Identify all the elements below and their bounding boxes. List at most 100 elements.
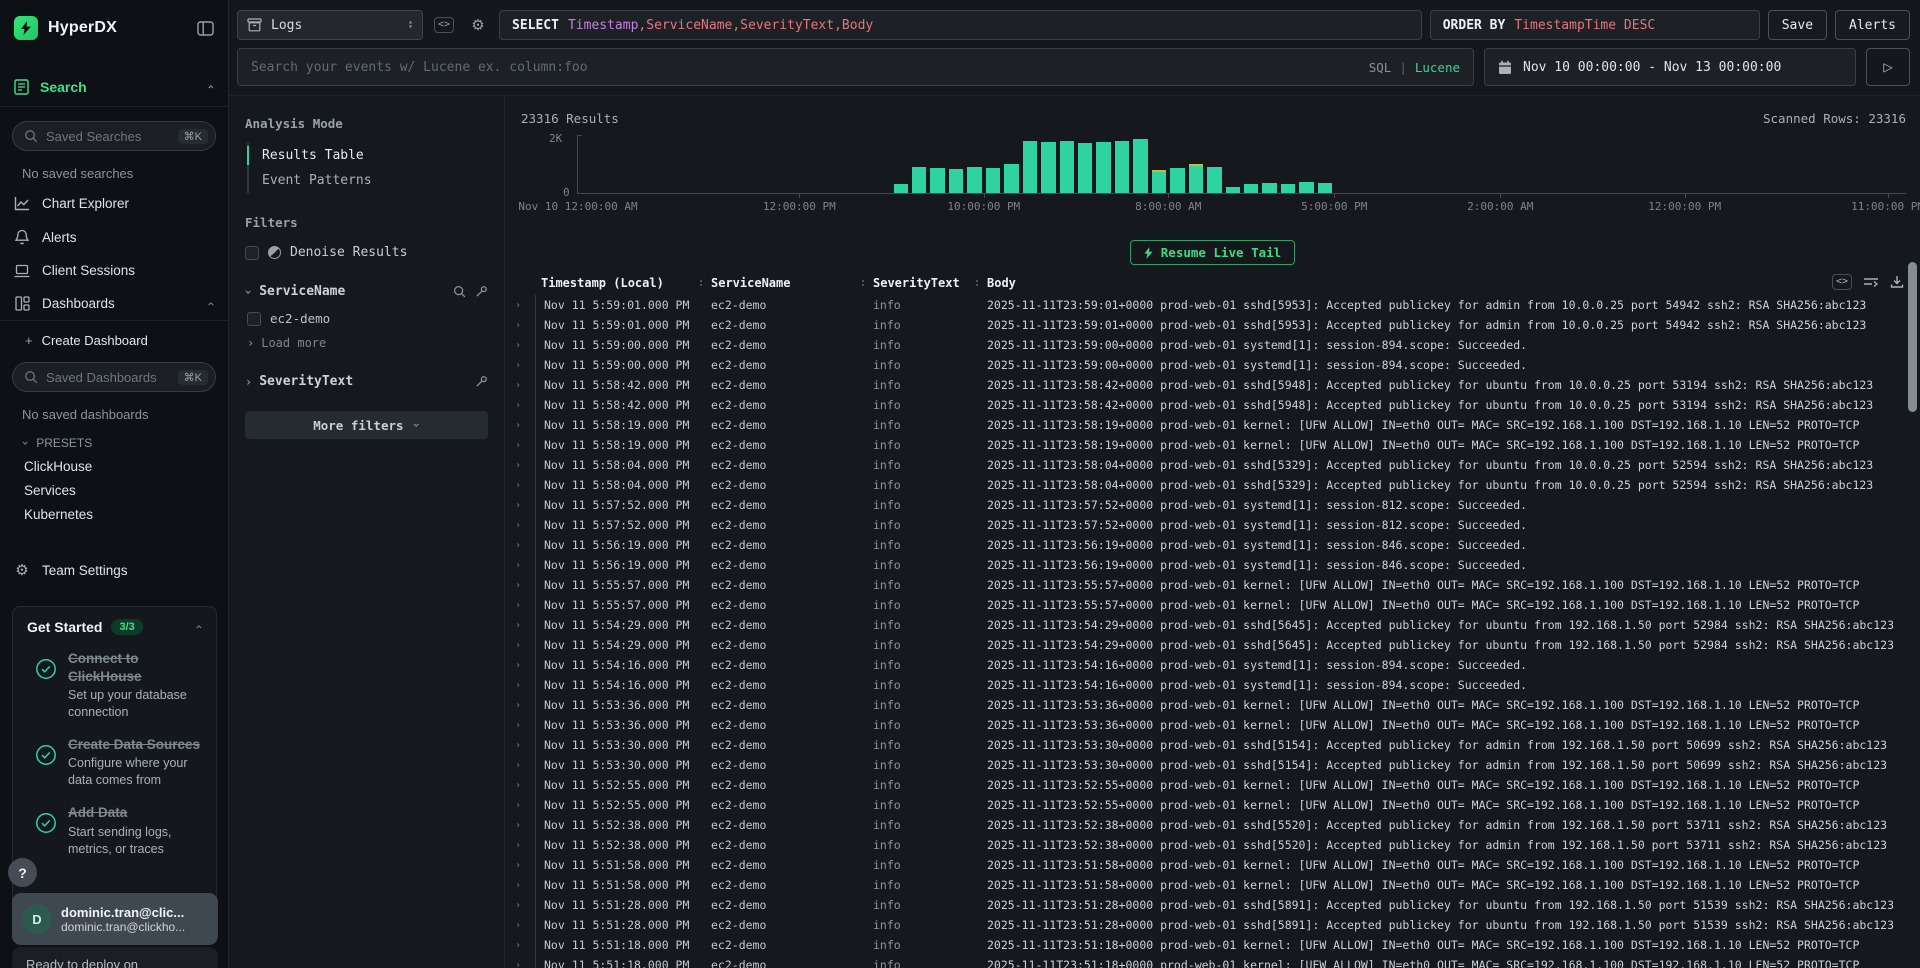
histogram-bar[interactable] bbox=[1041, 142, 1055, 193]
table-row[interactable]: ›Nov 11 5:55:57.000 PMec2-demoinfo2025-1… bbox=[505, 595, 1920, 615]
pin-icon[interactable] bbox=[475, 285, 488, 298]
table-row[interactable]: ›Nov 11 5:58:42.000 PMec2-demoinfo2025-1… bbox=[505, 375, 1920, 395]
order-by-input[interactable]: ORDER BY TimestampTime DESC bbox=[1430, 10, 1760, 40]
table-row[interactable]: ›Nov 11 5:57:52.000 PMec2-demoinfo2025-1… bbox=[505, 495, 1920, 515]
facet-servicename[interactable]: › ServiceName bbox=[245, 284, 488, 299]
row-expand-icon[interactable]: › bbox=[505, 495, 535, 515]
sql-toggle[interactable]: SQL bbox=[1369, 60, 1392, 75]
table-row[interactable]: ›Nov 11 5:52:38.000 PMec2-demoinfo2025-1… bbox=[505, 835, 1920, 855]
sidebar-item-client-sessions[interactable]: Client Sessions bbox=[0, 254, 228, 287]
more-filters-button[interactable]: More filters › bbox=[245, 411, 488, 439]
table-row[interactable]: ›Nov 11 5:51:18.000 PMec2-demoinfo2025-1… bbox=[505, 935, 1920, 955]
row-expand-icon[interactable]: › bbox=[505, 855, 535, 875]
row-expand-icon[interactable]: › bbox=[505, 535, 535, 555]
table-row[interactable]: ›Nov 11 5:58:19.000 PMec2-demoinfo2025-1… bbox=[505, 415, 1920, 435]
row-expand-icon[interactable]: › bbox=[505, 335, 535, 355]
row-expand-icon[interactable]: › bbox=[505, 575, 535, 595]
ec2-demo-checkbox[interactable] bbox=[247, 312, 261, 326]
chevron-up-icon[interactable]: › bbox=[204, 83, 216, 90]
chevron-up-icon[interactable]: › bbox=[192, 623, 204, 630]
table-row[interactable]: ›Nov 11 5:54:16.000 PMec2-demoinfo2025-1… bbox=[505, 675, 1920, 695]
header-severitytext[interactable]: SeverityText bbox=[867, 276, 981, 290]
get-started-item[interactable]: Create Data SourcesConfigure where your … bbox=[27, 736, 202, 789]
table-row[interactable]: ›Nov 11 5:58:04.000 PMec2-demoinfo2025-1… bbox=[505, 475, 1920, 495]
row-expand-icon[interactable]: › bbox=[505, 415, 535, 435]
table-row[interactable]: ›Nov 11 5:59:00.000 PMec2-demoinfo2025-1… bbox=[505, 335, 1920, 355]
table-row[interactable]: ›Nov 11 5:59:01.000 PMec2-demoinfo2025-1… bbox=[505, 295, 1920, 315]
source-selector[interactable]: Logs ▴▾ bbox=[237, 10, 423, 40]
row-expand-icon[interactable]: › bbox=[505, 595, 535, 615]
table-row[interactable]: ›Nov 11 5:54:16.000 PMec2-demoinfo2025-1… bbox=[505, 655, 1920, 675]
row-expand-icon[interactable]: › bbox=[505, 915, 535, 935]
row-expand-icon[interactable]: › bbox=[505, 375, 535, 395]
row-expand-icon[interactable]: › bbox=[505, 895, 535, 915]
row-expand-icon[interactable]: › bbox=[505, 455, 535, 475]
table-row[interactable]: ›Nov 11 5:53:30.000 PMec2-demoinfo2025-1… bbox=[505, 735, 1920, 755]
code-view-button[interactable]: <> bbox=[431, 12, 457, 38]
source-settings-button[interactable]: ⚙ bbox=[465, 12, 491, 38]
histogram-bar[interactable] bbox=[1299, 182, 1313, 193]
get-started-item[interactable]: Add DataStart sending logs, metrics, or … bbox=[27, 804, 202, 857]
histogram-bar[interactable] bbox=[1189, 164, 1203, 193]
saved-searches-input[interactable]: Saved Searches ⌘K bbox=[12, 121, 216, 151]
histogram-bar[interactable] bbox=[1244, 184, 1258, 193]
histogram-bar[interactable] bbox=[1262, 183, 1276, 193]
histogram-bar[interactable] bbox=[1226, 187, 1240, 193]
histogram-bar[interactable] bbox=[1133, 139, 1147, 193]
histogram-plot-area[interactable]: Nov 10 12:00:00 AM12:00:00 PM10:00:00 PM… bbox=[577, 136, 1906, 194]
histogram-bar[interactable] bbox=[1281, 184, 1295, 193]
row-expand-icon[interactable]: › bbox=[505, 555, 535, 575]
histogram-bar[interactable] bbox=[1096, 142, 1110, 193]
sidebar-item-dashboards[interactable]: Dashboards › bbox=[0, 287, 228, 321]
table-scrollbar-thumb[interactable] bbox=[1908, 262, 1917, 412]
table-row[interactable]: ›Nov 11 5:52:55.000 PMec2-demoinfo2025-1… bbox=[505, 775, 1920, 795]
row-expand-icon[interactable]: › bbox=[505, 435, 535, 455]
user-profile-button[interactable]: D dominic.tran@clic... dominic.tran@clic… bbox=[12, 893, 218, 945]
row-expand-icon[interactable]: › bbox=[505, 355, 535, 375]
help-button[interactable]: ? bbox=[8, 858, 37, 887]
deploy-banner[interactable]: Ready to deploy on bbox=[12, 947, 218, 968]
facet-search-icon[interactable] bbox=[453, 285, 466, 298]
histogram-bar[interactable] bbox=[894, 184, 908, 193]
histogram-bar[interactable] bbox=[967, 167, 981, 193]
resume-live-tail-button[interactable]: Resume Live Tail bbox=[1130, 240, 1295, 265]
row-expand-icon[interactable]: › bbox=[505, 395, 535, 415]
table-row[interactable]: ›Nov 11 5:54:29.000 PMec2-demoinfo2025-1… bbox=[505, 635, 1920, 655]
analysis-mode-results-table[interactable]: Results Table bbox=[249, 143, 488, 168]
table-row[interactable]: ›Nov 11 5:54:29.000 PMec2-demoinfo2025-1… bbox=[505, 615, 1920, 635]
table-row[interactable]: ›Nov 11 5:55:57.000 PMec2-demoinfo2025-1… bbox=[505, 575, 1920, 595]
table-row[interactable]: ›Nov 11 5:58:04.000 PMec2-demoinfo2025-1… bbox=[505, 455, 1920, 475]
sidebar-item-team-settings[interactable]: ⚙ Team Settings bbox=[0, 552, 228, 588]
row-expand-icon[interactable]: › bbox=[505, 675, 535, 695]
run-query-button[interactable]: ▷ bbox=[1866, 48, 1910, 86]
header-servicename[interactable]: ServiceName bbox=[705, 276, 867, 290]
histogram-bar[interactable] bbox=[949, 169, 963, 193]
table-row[interactable]: ›Nov 11 5:51:28.000 PMec2-demoinfo2025-1… bbox=[505, 895, 1920, 915]
saved-dashboards-input[interactable]: Saved Dashboards ⌘K bbox=[12, 362, 216, 392]
row-expand-icon[interactable]: › bbox=[505, 515, 535, 535]
histogram-bar[interactable] bbox=[986, 168, 1000, 193]
row-expand-icon[interactable]: › bbox=[505, 695, 535, 715]
row-expand-icon[interactable]: › bbox=[505, 735, 535, 755]
preset-item-services[interactable]: Services bbox=[0, 474, 228, 498]
load-more-button[interactable]: › Load more bbox=[247, 336, 488, 350]
row-expand-icon[interactable]: › bbox=[505, 615, 535, 635]
table-row[interactable]: ›Nov 11 5:59:00.000 PMec2-demoinfo2025-1… bbox=[505, 355, 1920, 375]
facet-value-ec2-demo[interactable]: ec2-demo bbox=[247, 311, 488, 326]
histogram-bar[interactable] bbox=[1318, 183, 1332, 193]
table-row[interactable]: ›Nov 11 5:51:58.000 PMec2-demoinfo2025-1… bbox=[505, 855, 1920, 875]
table-row[interactable]: ›Nov 11 5:52:55.000 PMec2-demoinfo2025-1… bbox=[505, 795, 1920, 815]
histogram-bar[interactable] bbox=[1207, 167, 1221, 193]
histogram-bar[interactable] bbox=[930, 168, 944, 193]
table-row[interactable]: ›Nov 11 5:51:28.000 PMec2-demoinfo2025-1… bbox=[505, 915, 1920, 935]
histogram-bar[interactable] bbox=[1152, 170, 1166, 193]
sidebar-item-search[interactable]: Search › bbox=[0, 68, 228, 107]
denoise-results-option[interactable]: Denoise Results bbox=[245, 245, 488, 260]
event-search-input[interactable] bbox=[238, 49, 1473, 85]
table-row[interactable]: ›Nov 11 5:53:36.000 PMec2-demoinfo2025-1… bbox=[505, 715, 1920, 735]
table-row[interactable]: ›Nov 11 5:59:01.000 PMec2-demoinfo2025-1… bbox=[505, 315, 1920, 335]
histogram-bar[interactable] bbox=[1060, 141, 1074, 193]
row-expand-icon[interactable]: › bbox=[505, 715, 535, 735]
date-range-picker[interactable]: Nov 10 00:00:00 - Nov 13 00:00:00 bbox=[1484, 48, 1856, 86]
row-expand-icon[interactable]: › bbox=[505, 815, 535, 835]
